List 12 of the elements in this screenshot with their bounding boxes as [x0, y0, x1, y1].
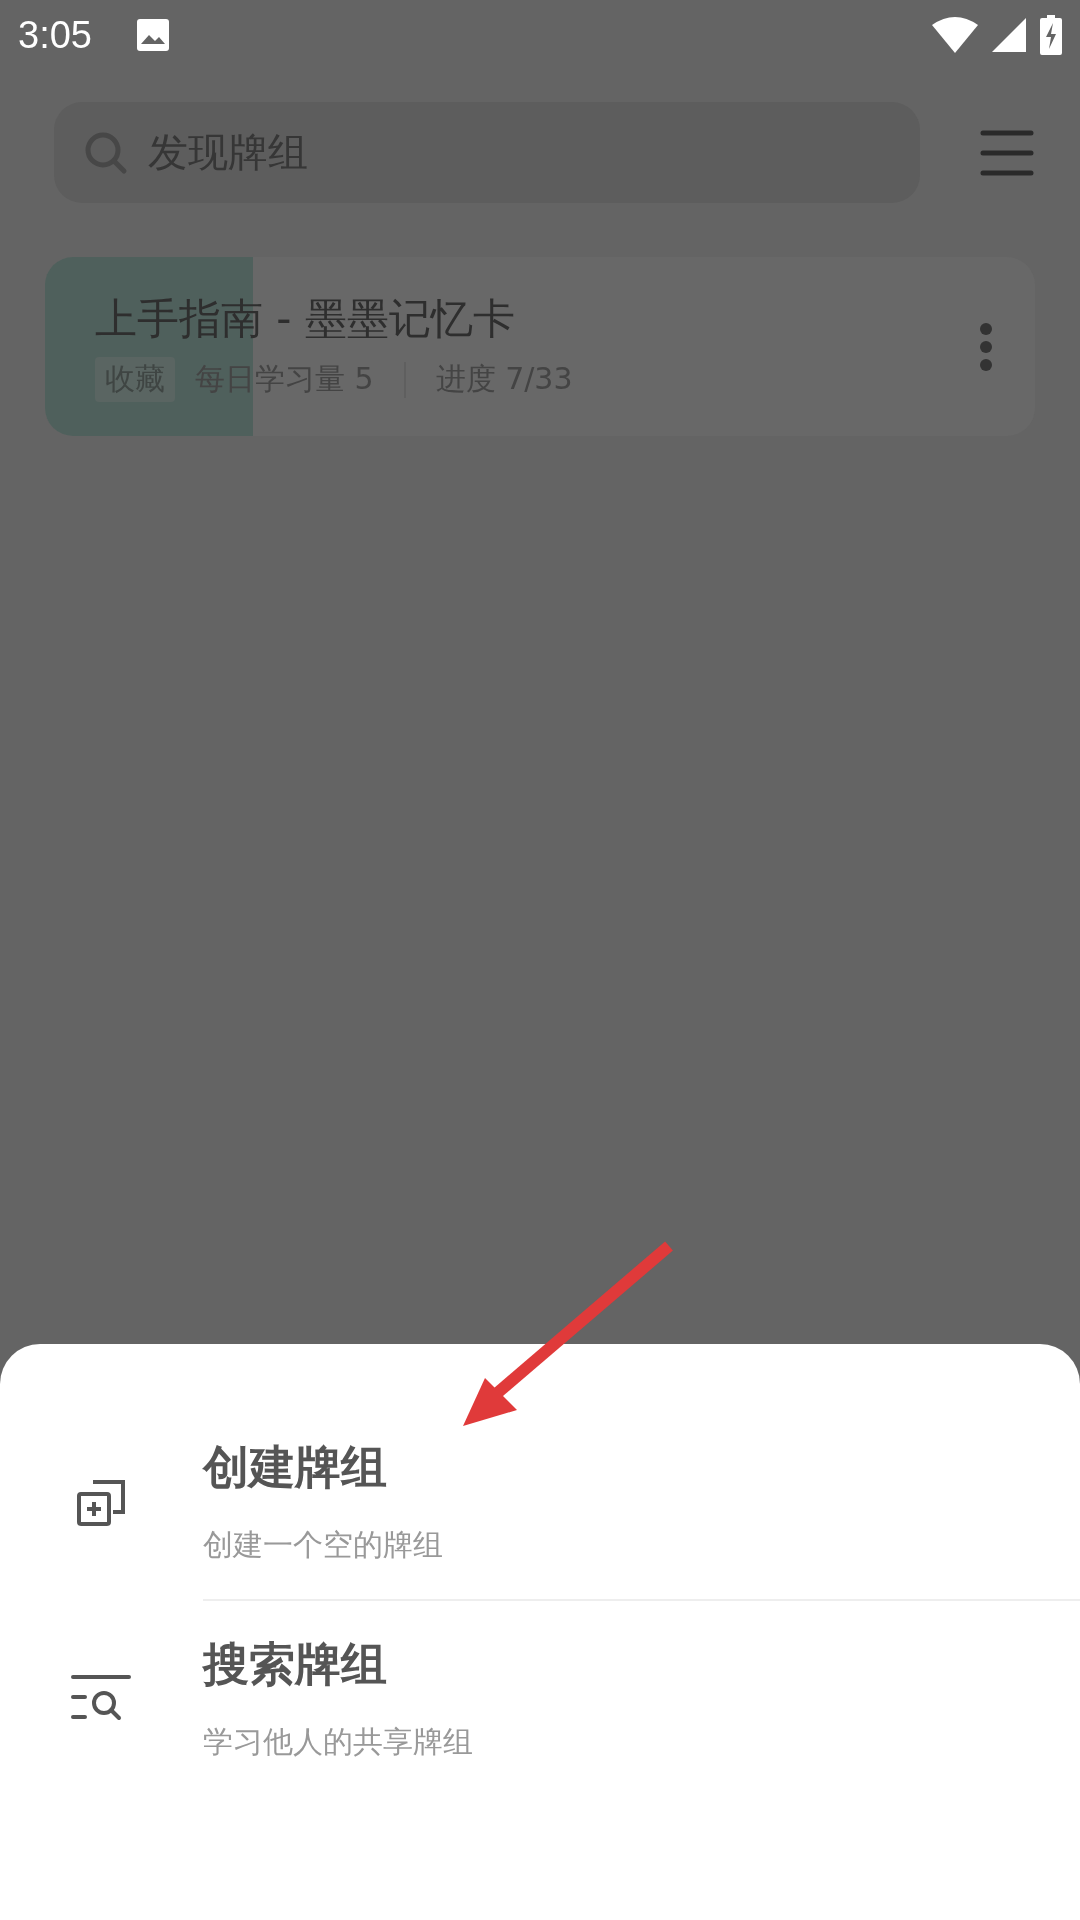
image-icon: [135, 18, 170, 52]
wifi-icon: [932, 17, 978, 53]
option-subtitle: 学习他人的共享牌组: [203, 1722, 473, 1761]
list-search-icon: [71, 1673, 131, 1723]
more-icon[interactable]: [979, 321, 993, 372]
option-title[interactable]: 搜索牌组: [203, 1636, 387, 1691]
menu-icon[interactable]: [980, 128, 1034, 177]
signal-icon: [992, 18, 1026, 52]
battery-icon: [1040, 15, 1062, 55]
option-title[interactable]: 创建牌组: [203, 1439, 387, 1494]
option-subtitle: 创建一个空的牌组: [203, 1525, 443, 1564]
status-time: 3:05: [18, 13, 92, 57]
